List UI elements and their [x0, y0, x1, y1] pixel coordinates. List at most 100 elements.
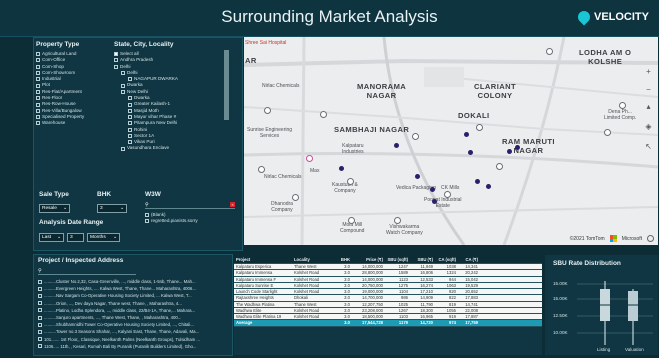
property-type-option[interactable]: Warehouse: [36, 120, 112, 126]
list-item[interactable]: ..........Cluster No.2,32, Casa-Greenvil…: [38, 278, 228, 285]
map-place-label: Poonat Industrial Estate: [424, 197, 462, 209]
list-item[interactable]: ..........Tower no.3 Seasons Shahar, ...…: [38, 328, 228, 335]
project-search[interactable]: ⚲: [38, 267, 136, 275]
poi-icon: [347, 178, 354, 185]
checkbox-icon[interactable]: [121, 89, 125, 94]
checkbox-icon[interactable]: [145, 219, 149, 224]
map-marker[interactable]: [507, 149, 512, 154]
checkbox-icon[interactable]: [38, 286, 42, 291]
checkbox-icon[interactable]: [38, 308, 42, 313]
poi-icon: [619, 102, 626, 109]
map-marker[interactable]: [430, 187, 435, 192]
column-header: CA (sqft): [438, 256, 456, 262]
checkbox-icon[interactable]: [128, 102, 132, 107]
checkbox-icon[interactable]: [38, 322, 42, 327]
checkbox-icon[interactable]: [114, 52, 118, 57]
locate-icon[interactable]: ↖: [643, 141, 654, 152]
map-place-label: Kalpataru Industries: [342, 143, 364, 155]
checkbox-icon[interactable]: [36, 121, 40, 126]
list-item[interactable]: ..........Shubhamnidhi Tower Co-Operativ…: [38, 321, 228, 328]
table-cell: 1025: [398, 301, 408, 307]
checkbox-icon[interactable]: [128, 96, 132, 101]
map-marker[interactable]: [432, 199, 437, 204]
checkbox-icon[interactable]: [128, 127, 132, 132]
checkbox-icon[interactable]: [128, 140, 132, 145]
total-cell: 974: [449, 320, 456, 326]
list-item[interactable]: 101....... 1st Floor,, Classique, Neelka…: [38, 336, 228, 343]
checkbox-icon[interactable]: [38, 301, 42, 306]
checkbox-icon[interactable]: [36, 58, 40, 63]
table-cell: 18,500,000: [362, 314, 383, 320]
zoom-in-icon[interactable]: +: [643, 66, 654, 77]
checkbox-icon[interactable]: [38, 279, 42, 284]
locality-slicer: State, City, Locality Select all Andhra P…: [114, 41, 224, 152]
table-cell: Rajtaxshree Heights: [236, 295, 274, 301]
date-unit-value: Months: [90, 235, 106, 240]
map-place-label: CLARIANT COLONY: [474, 82, 517, 100]
list-item[interactable]: ..........Sanjuro apartments, ..., Thane…: [38, 314, 228, 321]
checkbox-icon[interactable]: [128, 77, 132, 82]
clear-icon[interactable]: ×: [230, 202, 235, 207]
checkbox-icon[interactable]: [36, 64, 40, 69]
checkbox-icon[interactable]: [38, 315, 42, 320]
sale-type-dropdown[interactable]: Resale ⌄: [39, 204, 70, 213]
chevron-down-icon: ⌄: [119, 206, 124, 211]
list-item[interactable]: ..........Nav Sargam Co-Operative Housin…: [38, 292, 228, 299]
list-item[interactable]: ..........Orion, ..., Dev daya Nagar, Th…: [38, 300, 228, 307]
table-cell: 3.0: [344, 314, 350, 320]
map-marker[interactable]: [515, 145, 520, 150]
checkbox-icon[interactable]: [121, 83, 125, 88]
locality-scrollbar[interactable]: [224, 50, 229, 120]
map-marker[interactable]: [468, 150, 473, 155]
checkbox-icon[interactable]: [128, 115, 132, 120]
rotate-icon[interactable]: ◈: [643, 121, 654, 132]
checkbox-icon[interactable]: [145, 213, 149, 218]
date-unit-dropdown[interactable]: Months ⌄: [87, 233, 120, 242]
checkbox-icon[interactable]: [121, 146, 125, 151]
zoom-out-icon[interactable]: −: [643, 84, 654, 95]
w3w-search[interactable]: ⚲ ×: [145, 201, 235, 209]
checkbox-icon[interactable]: [38, 329, 42, 334]
checkbox-icon[interactable]: [128, 121, 132, 126]
checkbox-icon[interactable]: [36, 52, 40, 57]
checkbox-icon[interactable]: [36, 71, 40, 76]
map-credit: ©2021 TomTom: [569, 235, 605, 242]
checkbox-icon[interactable]: [36, 102, 40, 107]
date-count-input[interactable]: 3: [67, 233, 84, 242]
map[interactable]: Shree Sai Hospital AR Nirlac Chemicals MANO…: [244, 37, 658, 245]
checkbox-icon[interactable]: [36, 83, 40, 88]
checkbox-icon[interactable]: [121, 71, 125, 76]
checkbox-icon[interactable]: [114, 64, 118, 69]
checkbox-icon[interactable]: [38, 337, 42, 342]
bhk-dropdown[interactable]: 3 ⌄: [97, 204, 127, 213]
checkbox-icon[interactable]: [36, 96, 40, 101]
map-marker[interactable]: [415, 174, 420, 179]
w3w-option[interactable]: regretted.pianists.sorry: [145, 218, 235, 224]
checkbox-icon[interactable]: [128, 134, 132, 138]
checkbox-icon[interactable]: [36, 108, 40, 113]
comparables-table: Project Locality BHK Price (₹) SBU (sqft) SBU…: [234, 255, 542, 355]
map-marker[interactable]: [486, 184, 491, 189]
date-period-value: Last: [42, 235, 52, 240]
table-cell: 3.0: [344, 307, 350, 313]
map-marker[interactable]: [475, 179, 480, 184]
map-marker[interactable]: [464, 132, 469, 137]
map-marker[interactable]: [394, 143, 399, 148]
checkbox-icon[interactable]: [128, 108, 132, 113]
table-cell: 16,806: [420, 270, 433, 276]
date-period-dropdown[interactable]: Last ⌄: [39, 233, 64, 242]
checkbox-icon[interactable]: [36, 77, 40, 82]
table-cell: 16,274: [420, 282, 433, 288]
checkbox-icon[interactable]: [38, 344, 42, 349]
checkbox-icon[interactable]: [38, 293, 42, 298]
map-view-icon[interactable]: ▴: [643, 101, 654, 112]
checkbox-icon[interactable]: [36, 115, 40, 120]
checkbox-icon[interactable]: [36, 89, 40, 94]
locality-option[interactable]: Vasundhara Enclave: [114, 145, 224, 151]
list-item[interactable]: ..........Platino, Lodha Splendora, ...,…: [38, 307, 228, 314]
map-marker[interactable]: [339, 166, 344, 171]
checkbox-icon[interactable]: [114, 58, 118, 63]
list-item[interactable]: ..........Evergreen Heights, .... Kalwa …: [38, 285, 228, 292]
list-item[interactable]: 1106..... 11th, , Kesari, Rumah Bali By …: [38, 343, 228, 350]
info-icon[interactable]: [647, 235, 654, 242]
